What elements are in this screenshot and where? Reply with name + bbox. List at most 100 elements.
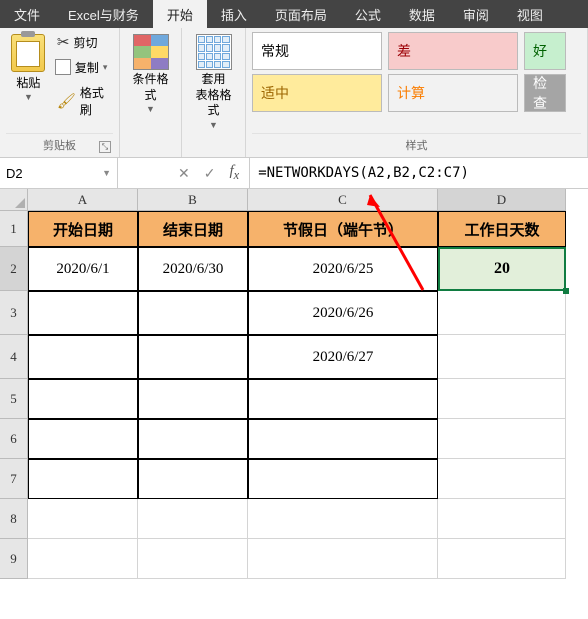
cell-d7[interactable]	[438, 459, 566, 499]
cell-d5[interactable]	[438, 379, 566, 419]
formula-bar-input[interactable]: =NETWORKDAYS(A2,B2,C2:C7)	[249, 158, 588, 188]
ribbon-tabs: 文件 Excel与财务 开始 插入 页面布局 公式 数据 审阅 视图	[0, 0, 588, 28]
conditional-format-button[interactable]: 条件格式 ▼	[126, 32, 175, 116]
name-box-value: D2	[6, 166, 23, 181]
cell-a9[interactable]	[28, 539, 138, 579]
fx-button[interactable]: fx	[229, 163, 239, 183]
formula-bar-row: D2 ▼ ✕ ✓ fx =NETWORKDAYS(A2,B2,C2:C7)	[0, 158, 588, 189]
tab-review[interactable]: 审阅	[449, 0, 503, 28]
tab-home[interactable]: 开始	[153, 0, 207, 28]
table-format-group: 套用 表格格式 ▼	[182, 28, 246, 157]
paste-label: 粘贴	[16, 74, 40, 91]
chevron-down-icon: ▾	[103, 63, 108, 72]
copy-icon	[57, 61, 71, 75]
tab-formulas[interactable]: 公式	[341, 0, 395, 28]
cancel-formula-button[interactable]: ✕	[178, 165, 190, 182]
tab-excel-finance[interactable]: Excel与财务	[54, 0, 153, 28]
cell-c2[interactable]: 2020/6/25	[248, 247, 438, 291]
tab-data[interactable]: 数据	[395, 0, 449, 28]
table-format-icon	[196, 34, 232, 70]
cell-c5[interactable]	[248, 379, 438, 419]
chevron-down-icon: ▼	[146, 105, 155, 114]
styles-group-label: 样式	[252, 133, 581, 157]
clipboard-group: 粘贴 ▼ ✂剪切 复制▾ 🖌格式刷 剪贴板⤡	[0, 28, 120, 157]
copy-button[interactable]: 复制▾	[55, 58, 113, 77]
cell-d4[interactable]	[438, 335, 566, 379]
cell-c1[interactable]: 节假日（端午节）	[248, 211, 438, 247]
cell-style-good[interactable]: 好	[524, 32, 566, 70]
brush-icon: 🖌	[57, 92, 76, 110]
cell-a2[interactable]: 2020/6/1	[28, 247, 138, 291]
row-header-5[interactable]: 5	[0, 379, 28, 419]
cell-d3[interactable]	[438, 291, 566, 335]
cell-b8[interactable]	[138, 499, 248, 539]
chevron-down-icon[interactable]: ▼	[102, 168, 111, 178]
cell-c4[interactable]: 2020/6/27	[248, 335, 438, 379]
cell-b2[interactable]: 2020/6/30	[138, 247, 248, 291]
cell-a4[interactable]	[28, 335, 138, 379]
col-header-d[interactable]: D	[438, 189, 566, 211]
cell-a6[interactable]	[28, 419, 138, 459]
cell-a7[interactable]	[28, 459, 138, 499]
select-all-corner[interactable]	[0, 189, 28, 211]
cell-b9[interactable]	[138, 539, 248, 579]
row-header-3[interactable]: 3	[0, 291, 28, 335]
cell-a1[interactable]: 开始日期	[28, 211, 138, 247]
cell-a3[interactable]	[28, 291, 138, 335]
name-box[interactable]: D2 ▼	[0, 158, 118, 188]
cell-b6[interactable]	[138, 419, 248, 459]
chevron-down-icon: ▼	[209, 121, 218, 130]
cond-format-group: 条件格式 ▼	[120, 28, 182, 157]
tab-view[interactable]: 视图	[503, 0, 557, 28]
cell-d8[interactable]	[438, 499, 566, 539]
paste-icon	[11, 34, 45, 72]
dialog-launcher-icon[interactable]: ⤡	[99, 141, 111, 153]
cell-d6[interactable]	[438, 419, 566, 459]
paste-button[interactable]: 粘贴 ▼	[6, 32, 51, 119]
cell-b4[interactable]	[138, 335, 248, 379]
tab-page-layout[interactable]: 页面布局	[261, 0, 341, 28]
cell-b5[interactable]	[138, 379, 248, 419]
cell-b3[interactable]	[138, 291, 248, 335]
row-header-8[interactable]: 8	[0, 499, 28, 539]
cell-style-check[interactable]: 检查	[524, 74, 566, 112]
cut-button[interactable]: ✂剪切	[55, 32, 113, 52]
cell-b1[interactable]: 结束日期	[138, 211, 248, 247]
cell-style-normal[interactable]: 常规	[252, 32, 382, 70]
col-header-a[interactable]: A	[28, 189, 138, 211]
cell-d1[interactable]: 工作日天数	[438, 211, 566, 247]
col-header-b[interactable]: B	[138, 189, 248, 211]
cell-c7[interactable]	[248, 459, 438, 499]
cell-style-calc[interactable]: 计算	[388, 74, 518, 112]
scissors-icon: ✂	[57, 33, 70, 51]
tab-file[interactable]: 文件	[0, 0, 54, 28]
enter-formula-button[interactable]: ✓	[204, 165, 216, 182]
cell-c3[interactable]: 2020/6/26	[248, 291, 438, 335]
cell-c8[interactable]	[248, 499, 438, 539]
row-headers: 1 2 3 4 5 6 7 8 9	[0, 211, 28, 579]
cell-a5[interactable]	[28, 379, 138, 419]
cell-c9[interactable]	[248, 539, 438, 579]
ribbon: 粘贴 ▼ ✂剪切 复制▾ 🖌格式刷 剪贴板⤡ 条件格式 ▼ 套用 表格格式 ▼	[0, 28, 588, 158]
row-header-2[interactable]: 2	[0, 247, 28, 291]
worksheet: A B C D 1 2 3 4 5 6 7 8 9 开始日期 结束日期 节假日（…	[0, 189, 588, 619]
row-header-4[interactable]: 4	[0, 335, 28, 379]
grid: 开始日期 结束日期 节假日（端午节） 工作日天数 2020/6/1 2020/6…	[28, 211, 566, 579]
row-header-1[interactable]: 1	[0, 211, 28, 247]
tab-insert[interactable]: 插入	[207, 0, 261, 28]
format-painter-button[interactable]: 🖌格式刷	[55, 83, 113, 119]
cell-b7[interactable]	[138, 459, 248, 499]
col-header-c[interactable]: C	[248, 189, 438, 211]
cell-a8[interactable]	[28, 499, 138, 539]
cell-style-bad[interactable]: 差	[388, 32, 518, 70]
row-header-7[interactable]: 7	[0, 459, 28, 499]
clipboard-group-label: 剪贴板⤡	[6, 133, 113, 157]
table-format-button[interactable]: 套用 表格格式 ▼	[188, 32, 239, 132]
cell-d2[interactable]: 20	[438, 247, 566, 291]
row-header-9[interactable]: 9	[0, 539, 28, 579]
cell-d9[interactable]	[438, 539, 566, 579]
row-header-6[interactable]: 6	[0, 419, 28, 459]
fill-handle[interactable]	[563, 288, 569, 294]
cell-style-neutral[interactable]: 适中	[252, 74, 382, 112]
cell-c6[interactable]	[248, 419, 438, 459]
